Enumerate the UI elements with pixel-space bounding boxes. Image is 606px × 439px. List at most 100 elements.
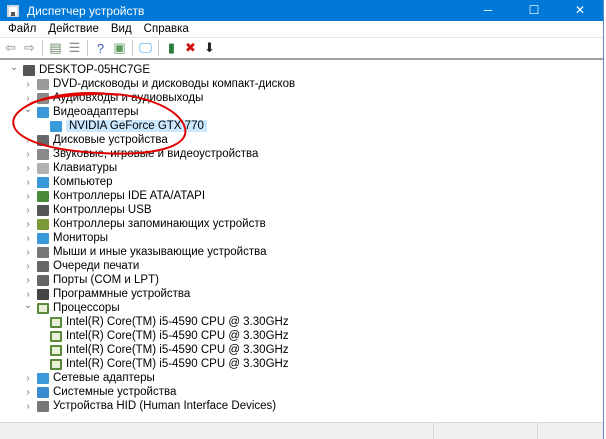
menu-action[interactable]: Действие: [42, 23, 105, 35]
window-title: Диспетчер устройств: [27, 3, 145, 18]
processor-icon: [50, 358, 62, 370]
add-driver-button[interactable]: ▮: [163, 40, 180, 57]
tree-item[interactable]: Intel(R) Core(TM) i5-4590 CPU @ 3.30GHz: [47, 329, 289, 343]
device-manager-window: Диспетчер устройств ─ ☐ ✕ Файл Действие …: [0, 0, 604, 439]
menu-help[interactable]: Справка: [138, 23, 195, 35]
tree-item-label: Процессоры: [53, 302, 120, 314]
update-driver-icon: ⬇: [204, 40, 215, 55]
tree-item-label: Дисковые устройства: [53, 134, 168, 146]
chevron-down-icon[interactable]: ⌄: [8, 62, 20, 73]
tree-item-label: Аудиовходы и аудиовыходы: [53, 92, 204, 104]
tree-item[interactable]: ⌄ Видеоадаптеры: [22, 104, 139, 119]
tree-item-label: Звуковые, игровые и видеоустройства: [53, 148, 259, 160]
chevron-right-icon[interactable]: ›: [22, 275, 34, 286]
forward-arrow-button[interactable]: ⇨: [21, 40, 38, 57]
tree-item[interactable]: › Контроллеры IDE ATA/ATAPI: [22, 189, 205, 203]
chevron-right-icon[interactable]: ›: [22, 247, 34, 258]
menu-bar: Файл Действие Вид Справка: [0, 21, 603, 38]
chevron-down-icon[interactable]: ⌄: [22, 104, 34, 115]
chevron-right-icon[interactable]: ›: [22, 205, 34, 216]
scan-hardware-icon: 🖵: [139, 40, 152, 55]
help-button[interactable]: ?: [92, 40, 109, 57]
menu-view[interactable]: Вид: [105, 23, 138, 35]
software-device-icon: [37, 288, 49, 300]
back-arrow-button[interactable]: ⇦: [2, 40, 19, 57]
toolbar: ⇦ ⇨ ▤ ☰? ▣ 🖵 ▮ ✖ ⬇: [0, 38, 603, 60]
chevron-right-icon[interactable]: ›: [22, 219, 34, 230]
toolbar-separator: [87, 40, 88, 56]
tree-item[interactable]: › Системные устройства: [22, 385, 176, 399]
chevron-down-icon[interactable]: ⌄: [22, 300, 34, 311]
tree-item[interactable]: › Аудиовходы и аудиовыходы: [22, 91, 203, 105]
tree-item[interactable]: › Устройства HID (Human Interface Devices…: [22, 399, 276, 413]
tree-item[interactable]: › Дисковые устройства: [22, 133, 168, 147]
tree-item[interactable]: ⌄ Процессоры: [22, 300, 120, 315]
tree-item[interactable]: › Контроллеры USB: [22, 203, 151, 217]
tree-item[interactable]: › Клавиатуры: [22, 161, 117, 175]
chevron-right-icon[interactable]: ›: [22, 401, 34, 412]
status-divider: [537, 423, 538, 439]
tree-item-label: Клавиатуры: [53, 162, 118, 174]
chevron-right-icon[interactable]: ›: [22, 387, 34, 398]
chevron-right-icon[interactable]: ›: [22, 373, 34, 384]
tree-item[interactable]: › Компьютер: [22, 175, 113, 189]
mouse-icon: [37, 246, 49, 258]
properties-pane-button[interactable]: ▤: [47, 40, 64, 57]
tree-item[interactable]: › Очереди печати: [22, 259, 139, 273]
printer-icon: [37, 260, 49, 272]
chevron-right-icon[interactable]: ›: [22, 135, 34, 146]
uninstall-icon: ✖: [185, 40, 196, 55]
tree-item-label: Устройства HID (Human Interface Devices): [53, 400, 277, 412]
close-button[interactable]: ✕: [557, 0, 603, 21]
tree-item-label: Очереди печати: [53, 260, 140, 272]
display-adapter-icon: [37, 106, 49, 118]
chevron-right-icon[interactable]: ›: [22, 289, 34, 300]
list-icon: ☰: [68, 40, 81, 55]
tree-item[interactable]: › Программные устройства: [22, 287, 190, 301]
update-driver-button[interactable]: ⬇: [201, 40, 218, 57]
action-pane-icon: ▣: [113, 40, 126, 55]
menu-file[interactable]: Файл: [2, 23, 42, 35]
tree-item-label: Порты (COM и LPT): [53, 274, 159, 286]
minimize-button[interactable]: ─: [465, 0, 511, 21]
tree-item[interactable]: Intel(R) Core(TM) i5-4590 CPU @ 3.30GHz: [47, 357, 289, 371]
tree-item[interactable]: › DVD-дисководы и дисководы компакт-диско…: [22, 77, 295, 91]
maximize-button[interactable]: ☐: [511, 0, 557, 21]
tree-item[interactable]: Intel(R) Core(TM) i5-4590 CPU @ 3.30GHz: [47, 343, 289, 357]
action-pane-button[interactable]: ▣: [111, 40, 128, 57]
tree-item[interactable]: › Мониторы: [22, 231, 108, 245]
chevron-right-icon[interactable]: ›: [22, 79, 34, 90]
dvd-icon: [37, 78, 49, 90]
chevron-right-icon[interactable]: ›: [22, 163, 34, 174]
chevron-right-icon[interactable]: ›: [22, 149, 34, 160]
tree-item[interactable]: NVIDIA GeForce GTX 770: [47, 119, 207, 133]
scan-hardware-button[interactable]: 🖵: [137, 40, 154, 57]
chevron-right-icon[interactable]: ›: [22, 93, 34, 104]
status-bar: [0, 422, 603, 439]
tree-item-label: Intel(R) Core(TM) i5-4590 CPU @ 3.30GHz: [66, 316, 289, 328]
tree-item[interactable]: › Сетевые адаптеры: [22, 371, 154, 385]
system-device-icon: [37, 386, 49, 398]
tree-item[interactable]: › Контроллеры запоминающих устройств: [22, 217, 265, 231]
list-button[interactable]: ☰: [66, 40, 83, 57]
tree-item-label: Компьютер: [53, 176, 113, 188]
processor-icon: [50, 330, 62, 342]
tree-item[interactable]: › Мыши и иные указывающие устройства: [22, 245, 266, 259]
chevron-right-icon[interactable]: ›: [22, 191, 34, 202]
back-arrow-icon: ⇦: [5, 40, 16, 55]
tree-item[interactable]: ⌄ DESKTOP-05HC7GE: [8, 62, 150, 77]
processor-icon: [37, 302, 49, 314]
tree-item[interactable]: › Звуковые, игровые и видеоустройства: [22, 147, 258, 161]
tree-item-label: Программные устройства: [53, 288, 191, 300]
port-icon: [37, 274, 49, 286]
chevron-right-icon[interactable]: ›: [22, 261, 34, 272]
tree-item[interactable]: › Порты (COM и LPT): [22, 273, 159, 287]
tree-item[interactable]: Intel(R) Core(TM) i5-4590 CPU @ 3.30GHz: [47, 315, 289, 329]
properties-pane-icon: ▤: [49, 40, 62, 55]
chevron-right-icon[interactable]: ›: [22, 177, 34, 188]
monitor-icon: [37, 232, 49, 244]
chevron-right-icon[interactable]: ›: [22, 233, 34, 244]
toolbar-separator: [158, 40, 159, 56]
uninstall-button[interactable]: ✖: [182, 40, 199, 57]
tree-item-label: Intel(R) Core(TM) i5-4590 CPU @ 3.30GHz: [66, 344, 289, 356]
